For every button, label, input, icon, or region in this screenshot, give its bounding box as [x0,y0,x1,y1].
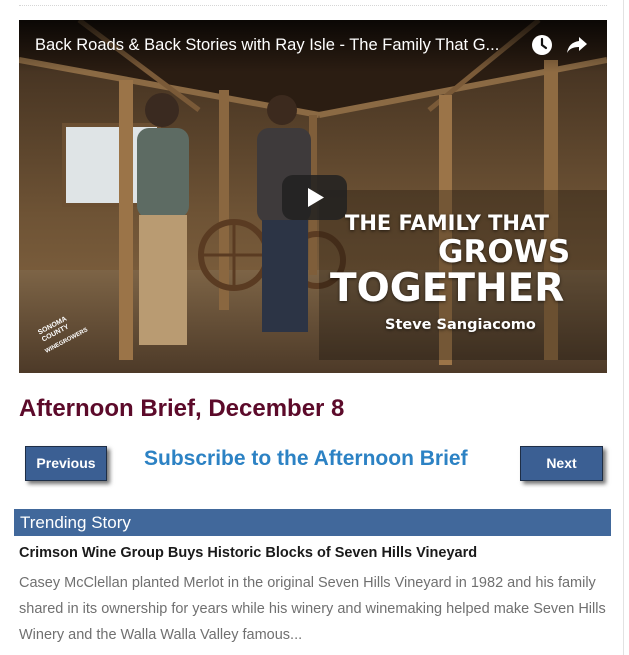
overlay-title-line-2: GROWS [438,234,571,270]
page-title: Afternoon Brief, December 8 [19,395,345,422]
page-edge-line [623,0,624,655]
share-icon[interactable] [566,35,588,55]
overlay-person-name: Steve Sangiacomo [385,317,536,333]
play-button[interactable] [282,175,347,220]
trending-heading: Trending Story [20,513,131,532]
trending-header: Trending Story [14,509,611,536]
watch-later-icon[interactable] [531,34,553,56]
top-divider [19,5,607,6]
trending-story-title[interactable]: Crimson Wine Group Buys Historic Blocks … [19,545,477,561]
overlay-title-line-1: THE FAMILY THAT [345,211,549,235]
video-title-bar: Back Roads & Back Stories with Ray Isle … [19,20,607,72]
play-icon [308,188,324,207]
subscribe-link[interactable]: Subscribe to the Afternoon Brief [144,447,468,471]
sonoma-county-winegrowers-logo: SONOMA COUNTY WINEGROWERS [35,308,107,358]
video-player[interactable]: Back Roads & Back Stories with Ray Isle … [19,20,607,373]
trending-story-excerpt: Casey McClellan planted Merlot in the or… [19,575,606,643]
next-button[interactable]: Next [520,446,603,481]
video-title[interactable]: Back Roads & Back Stories with Ray Isle … [35,36,515,55]
overlay-title-line-3: TOGETHER [330,266,565,311]
previous-button[interactable]: Previous [25,446,107,481]
